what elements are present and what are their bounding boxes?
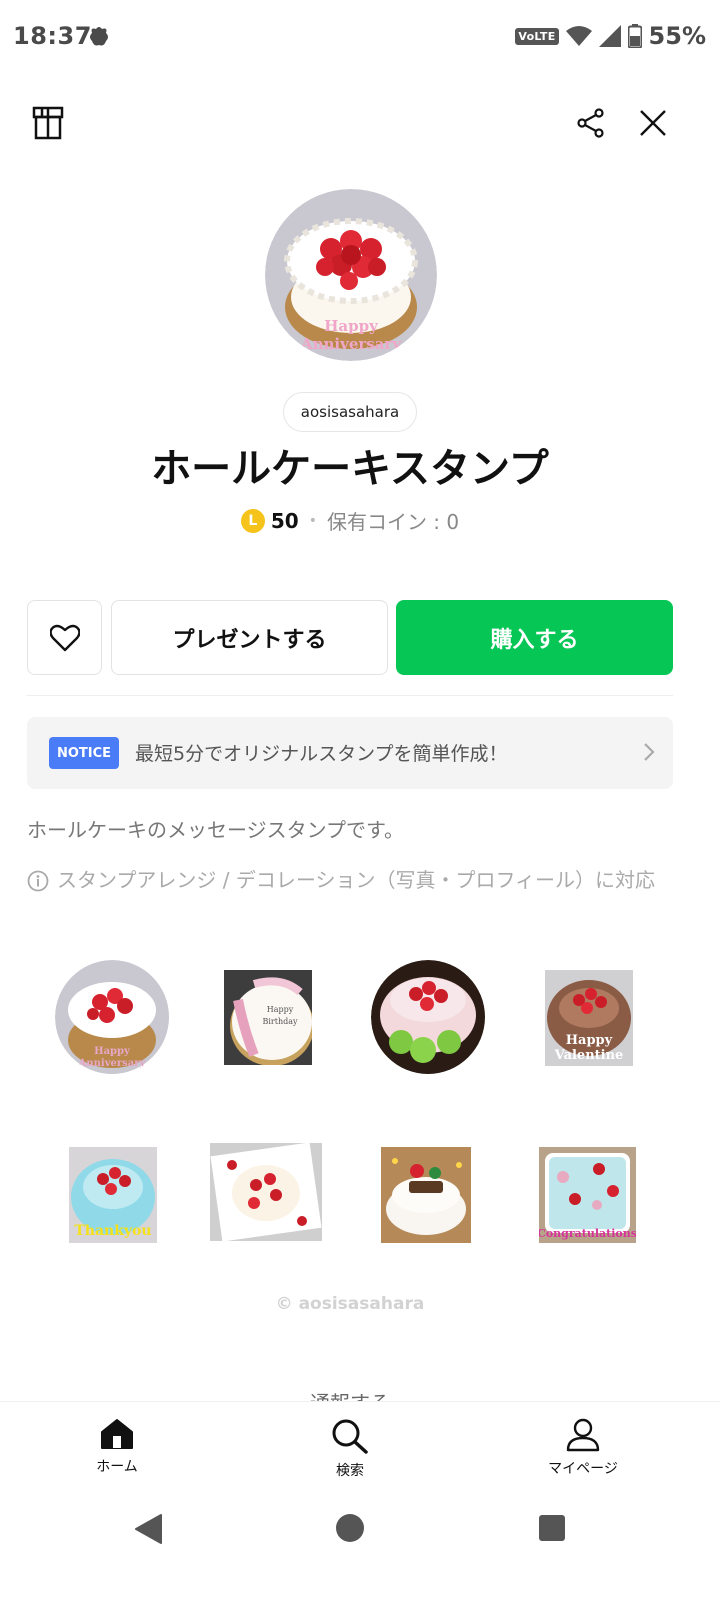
- svg-text:Congratulations: Congratulations: [539, 1227, 636, 1240]
- battery-percent: 55%: [648, 22, 706, 50]
- sticker-item[interactable]: [381, 1147, 471, 1243]
- nav-mypage-label: マイページ: [548, 1461, 618, 1477]
- price-value: 50: [270, 508, 299, 533]
- search-icon: [332, 1419, 368, 1454]
- svg-text:Happy: Happy: [94, 1046, 131, 1057]
- sticker-item[interactable]: [210, 1143, 322, 1241]
- sticker-item[interactable]: Happy Valentine: [545, 970, 633, 1066]
- notice-badge: NOTICE: [49, 737, 119, 769]
- main-image-caption-line1: Happy: [324, 317, 379, 335]
- gift-box-icon[interactable]: [32, 106, 64, 140]
- sticker-item[interactable]: Happy Anniversary: [55, 960, 170, 1075]
- report-link[interactable]: 通報する: [0, 1386, 700, 1402]
- svg-text:Happy: Happy: [267, 1005, 294, 1014]
- close-icon[interactable]: [640, 110, 666, 136]
- favorite-button[interactable]: [27, 600, 102, 675]
- notification-icon: [90, 27, 108, 46]
- owned-coins: 保有コイン : 0: [326, 510, 460, 534]
- nav-search[interactable]: 検索: [290, 1418, 410, 1480]
- divider: [27, 695, 673, 696]
- status-bar: 18:37 VoLTE 55%: [0, 0, 720, 78]
- price-row: L 50 • 保有コイン : 0: [0, 506, 700, 535]
- nav-search-label: 検索: [336, 1463, 364, 1479]
- system-nav-bar: [0, 1491, 720, 1612]
- sticker-item[interactable]: Thankyou: [69, 1147, 157, 1243]
- home-icon: [101, 1419, 133, 1449]
- svg-text:Happy: Happy: [566, 1033, 613, 1048]
- back-icon[interactable]: [133, 1513, 163, 1545]
- svg-text:Thankyou: Thankyou: [74, 1223, 151, 1239]
- copyright-text: © aosisasahara: [275, 1294, 425, 1314]
- volte-badge: VoLTE: [515, 27, 559, 45]
- info-icon: [27, 870, 49, 892]
- svg-text:Anniversary: Anniversary: [78, 1058, 147, 1069]
- heart-icon: [49, 624, 80, 651]
- home-circle-icon[interactable]: [335, 1513, 365, 1543]
- arrange-info-text: スタンプアレンジ / デコレーション（写真・プロフィール）に対応: [57, 868, 656, 892]
- price-separator: •: [308, 512, 317, 529]
- sticker-item[interactable]: Happy Birthday: [224, 970, 312, 1065]
- notice-text: 最短5分でオリジナルスタンプを簡単作成！: [135, 743, 508, 765]
- notice-banner[interactable]: NOTICE 最短5分でオリジナルスタンプを簡単作成！: [27, 717, 673, 789]
- present-button[interactable]: プレゼントする: [111, 600, 388, 675]
- sticker-item[interactable]: [371, 960, 486, 1075]
- status-time: 18:37: [13, 22, 92, 50]
- share-icon[interactable]: [576, 108, 606, 138]
- signal-icon: [598, 25, 621, 47]
- sticker-title: ホールケーキスタンプ: [151, 446, 549, 492]
- recents-icon[interactable]: [538, 1514, 566, 1542]
- line-coin-icon: L: [240, 508, 265, 533]
- nav-home-label: ホーム: [96, 1459, 138, 1475]
- nav-mypage[interactable]: マイページ: [523, 1418, 643, 1478]
- svg-text:Birthday: Birthday: [262, 1017, 298, 1026]
- buy-button[interactable]: 購入する: [396, 600, 673, 675]
- main-sticker-image: Happy Anniversary: [265, 189, 437, 361]
- sticker-description: ホールケーキのメッセージスタンプです。: [27, 818, 404, 842]
- battery-icon: [627, 24, 642, 48]
- person-icon: [566, 1418, 600, 1452]
- bottom-nav: ホーム 検索 マイページ: [0, 1401, 720, 1491]
- chevron-right-icon: [644, 743, 655, 761]
- author-link[interactable]: aosisasahara: [283, 392, 417, 432]
- nav-home[interactable]: ホーム: [57, 1418, 177, 1476]
- main-image-caption-line2: Anniversary: [300, 335, 402, 353]
- wifi-icon: [565, 26, 592, 46]
- sticker-item[interactable]: Congratulations: [539, 1147, 636, 1243]
- svg-text:Valentine: Valentine: [554, 1048, 624, 1063]
